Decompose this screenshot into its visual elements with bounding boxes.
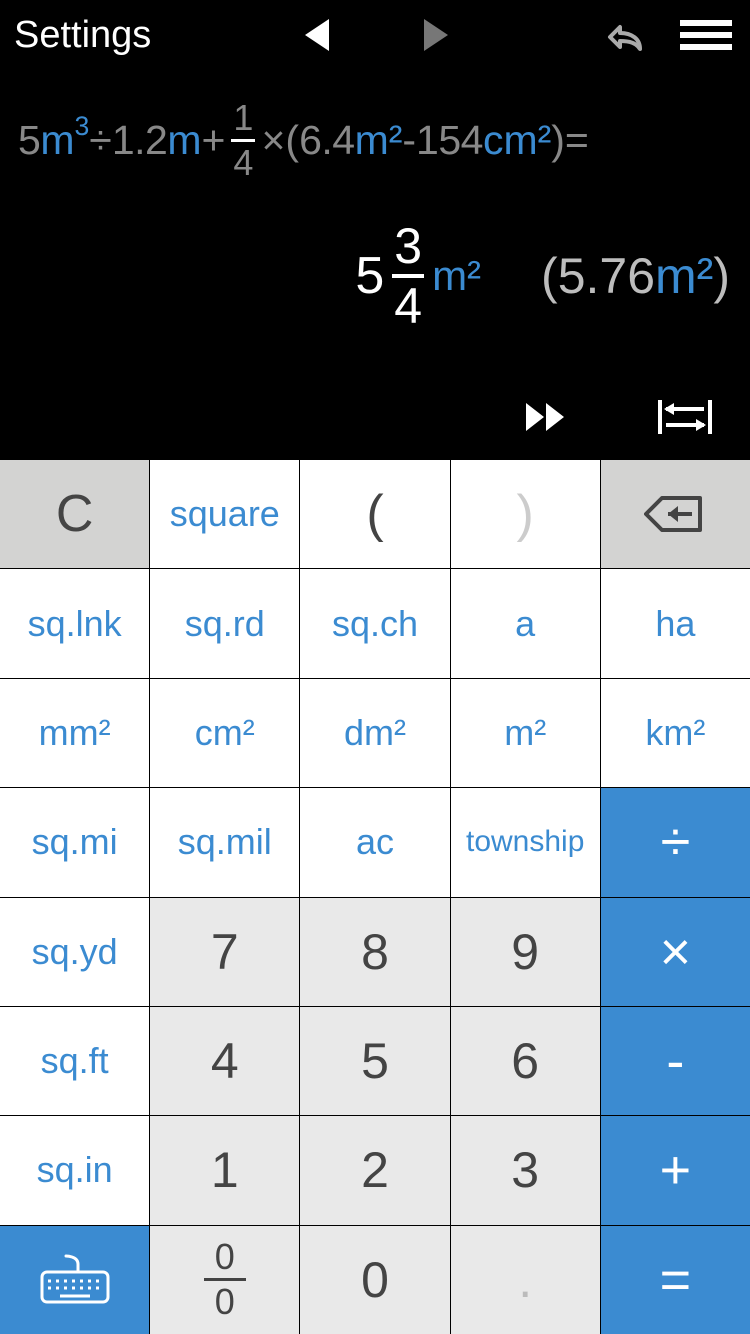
subtract-button[interactable]: - — [601, 1007, 750, 1115]
answer-frac-den: 4 — [392, 278, 424, 331]
header-bar: Settings — [0, 0, 750, 70]
dm2-button[interactable]: dm² — [300, 679, 449, 787]
backspace-button[interactable] — [601, 460, 750, 568]
expr-unit-3: m² — [355, 120, 403, 161]
answer-dec-open: ( — [541, 248, 558, 304]
fraction-button[interactable]: 0 0 — [150, 1226, 299, 1334]
menu-icon[interactable] — [680, 20, 732, 50]
nav-arrows — [151, 19, 602, 51]
township-button[interactable]: township — [451, 788, 600, 896]
two-button[interactable]: 2 — [300, 1116, 449, 1224]
display-area: 5 m 3 ÷ 1.2 m + 1 4 × ( 6.4 m² - 154 cm²… — [0, 70, 750, 460]
expr-unit-2: m — [167, 120, 201, 161]
cm2-button[interactable]: cm² — [150, 679, 299, 787]
answer-mixed: 5 3 4 m² — [355, 221, 481, 331]
mm2-button[interactable]: mm² — [0, 679, 149, 787]
expr-close: ) — [551, 120, 565, 161]
expr-plus: + — [201, 120, 225, 161]
answers-row: 5 3 4 m² (5.76m²) — [18, 221, 732, 331]
add-button[interactable]: + — [601, 1116, 750, 1224]
forward-arrow-icon[interactable] — [424, 19, 448, 51]
fraction-den-label: 0 — [215, 1284, 235, 1320]
answer-unit: m² — [432, 252, 481, 300]
hectare-button[interactable]: ha — [601, 569, 750, 677]
calculator-app: Settings 5 m 3 ÷ 1.2 m + 1 — [0, 0, 750, 1334]
expr-eq: = — [565, 120, 589, 161]
settings-button[interactable]: Settings — [14, 14, 151, 57]
expr-frac-den: 4 — [231, 142, 255, 181]
expr-minus: - — [402, 120, 416, 161]
eight-button[interactable]: 8 — [300, 898, 449, 1006]
expr-div: ÷ — [89, 120, 112, 161]
answer-decimal: (5.76m²) — [541, 247, 730, 305]
backspace-icon — [644, 494, 706, 534]
swap-icon[interactable] — [658, 396, 712, 438]
six-button[interactable]: 6 — [451, 1007, 600, 1115]
expr-num-1: 5 — [18, 120, 40, 161]
keyboard-button[interactable] — [0, 1226, 149, 1334]
decimal-point-button[interactable]: . — [451, 1226, 600, 1334]
sq-ft-button[interactable]: sq.ft — [0, 1007, 149, 1115]
back-arrow-icon[interactable] — [305, 19, 329, 51]
zero-button[interactable]: 0 — [300, 1226, 449, 1334]
nine-button[interactable]: 9 — [451, 898, 600, 1006]
km2-button[interactable]: km² — [601, 679, 750, 787]
header-right — [602, 15, 732, 55]
expr-fraction: 1 4 — [231, 100, 255, 181]
expr-num-2: 1.2 — [112, 120, 168, 161]
one-button[interactable]: 1 — [150, 1116, 299, 1224]
four-button[interactable]: 4 — [150, 1007, 299, 1115]
fast-forward-icon[interactable] — [524, 399, 568, 435]
clear-button[interactable]: C — [0, 460, 149, 568]
sq-ch-button[interactable]: sq.ch — [300, 569, 449, 677]
expr-frac-num: 1 — [231, 100, 255, 139]
expr-open: ( — [285, 120, 299, 161]
equals-button[interactable]: = — [601, 1226, 750, 1334]
sq-lnk-button[interactable]: sq.lnk — [0, 569, 149, 677]
expr-num-4: 154 — [416, 120, 483, 161]
sq-rd-button[interactable]: sq.rd — [150, 569, 299, 677]
are-button[interactable]: a — [451, 569, 600, 677]
multiply-button[interactable]: × — [601, 898, 750, 1006]
open-paren-button[interactable]: ( — [300, 460, 449, 568]
sq-mi-button[interactable]: sq.mi — [0, 788, 149, 896]
expr-unit-1: m — [40, 120, 74, 161]
seven-button[interactable]: 7 — [150, 898, 299, 1006]
undo-icon[interactable] — [602, 15, 646, 55]
answer-dec-close: ) — [713, 248, 730, 304]
close-paren-button[interactable]: ) — [451, 460, 600, 568]
expression: 5 m 3 ÷ 1.2 m + 1 4 × ( 6.4 m² - 154 cm²… — [18, 80, 732, 181]
five-button[interactable]: 5 — [300, 1007, 449, 1115]
acre-button[interactable]: ac — [300, 788, 449, 896]
answer-dec-val: 5.76 — [558, 248, 655, 304]
sq-mil-button[interactable]: sq.mil — [150, 788, 299, 896]
expr-times: × — [261, 120, 285, 161]
answer-dec-unit: m² — [655, 248, 713, 304]
answer-frac-num: 3 — [392, 221, 424, 274]
sq-yd-button[interactable]: sq.yd — [0, 898, 149, 1006]
keypad: C square ( ) sq.lnk sq.rd sq.ch a ha mm²… — [0, 460, 750, 1334]
expr-unit-4: cm² — [483, 120, 551, 161]
three-button[interactable]: 3 — [451, 1116, 600, 1224]
expr-num-3: 6.4 — [299, 120, 355, 161]
answer-whole: 5 — [355, 246, 384, 306]
divide-button[interactable]: ÷ — [601, 788, 750, 896]
sq-in-button[interactable]: sq.in — [0, 1116, 149, 1224]
keyboard-icon — [38, 1254, 112, 1306]
expr-sup-1: 3 — [74, 113, 89, 140]
fraction-icon: 0 0 — [204, 1239, 246, 1320]
fraction-num-label: 0 — [215, 1239, 235, 1275]
square-toggle-button[interactable]: square — [150, 460, 299, 568]
display-tools — [18, 396, 732, 460]
m2-button[interactable]: m² — [451, 679, 600, 787]
answer-fraction: 3 4 — [392, 221, 424, 331]
